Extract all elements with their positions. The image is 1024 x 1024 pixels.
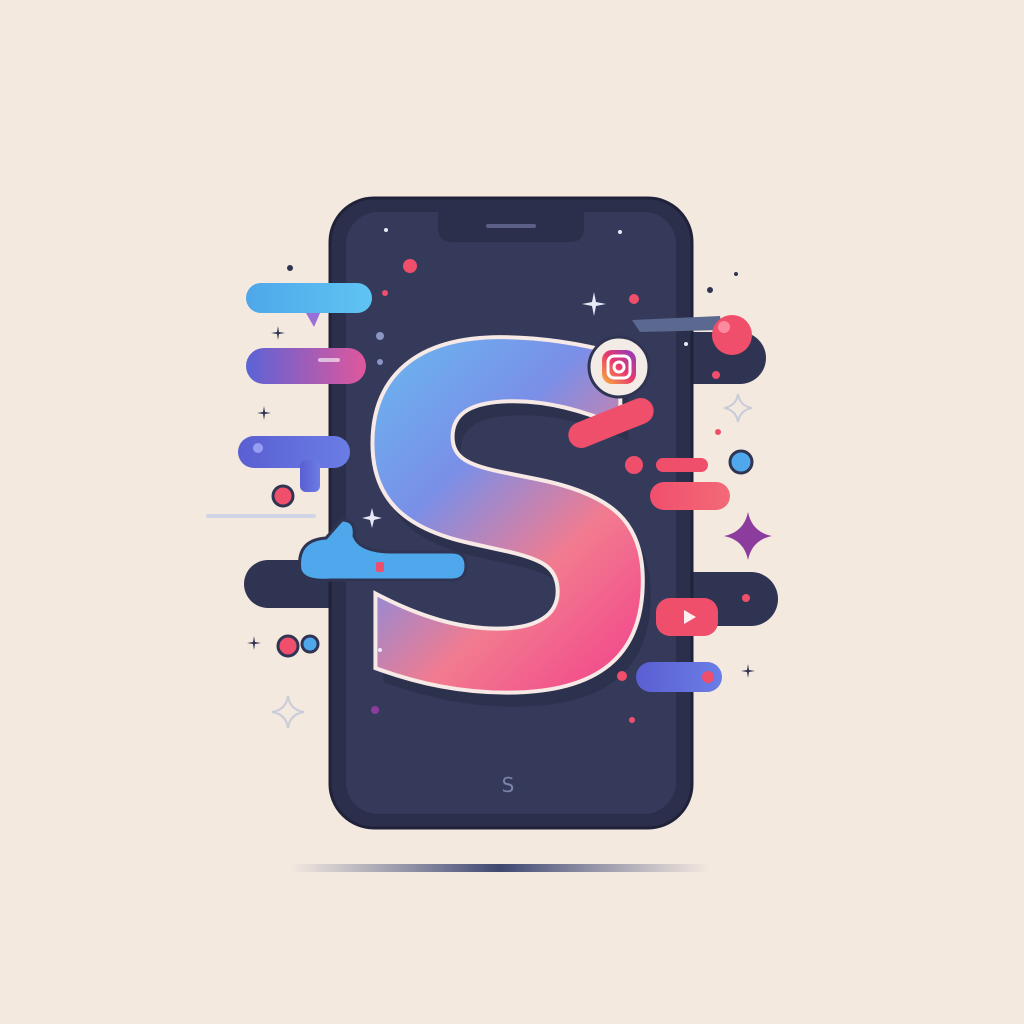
dot — [742, 594, 750, 602]
pill-purple-dot — [253, 443, 263, 453]
sparkle-icon-tiny-3 — [741, 664, 755, 678]
dot — [684, 342, 688, 346]
illustration-canvas: S S S — [206, 196, 778, 872]
s-letter-main: S — [339, 250, 678, 797]
sparkle-icon-outline-left — [271, 695, 305, 729]
dot — [376, 332, 384, 340]
dot — [618, 230, 622, 234]
dot — [629, 717, 635, 723]
dot-blue — [728, 449, 754, 475]
dot — [371, 706, 379, 714]
dot — [707, 287, 713, 293]
illustration: S S S — [0, 0, 1024, 1024]
dot — [378, 648, 382, 652]
dot — [403, 259, 417, 273]
dot — [384, 228, 388, 232]
dot — [382, 290, 388, 296]
dot-pink-large-shine — [718, 321, 730, 333]
sparkle-icon-tiny-4 — [247, 636, 261, 650]
motion-line — [206, 514, 316, 518]
pill-gradient-highlight — [318, 358, 340, 362]
s-swoosh-dot — [376, 562, 384, 572]
pill-purple-tail — [300, 460, 320, 492]
s-letter: S S — [337, 248, 686, 811]
sparkle-icon-outline-right — [723, 393, 753, 423]
dot — [734, 272, 738, 276]
pill-purple — [238, 436, 350, 468]
dot — [300, 634, 320, 654]
ground-shadow — [290, 864, 710, 872]
dot — [712, 371, 720, 379]
dot-pink-large — [712, 315, 752, 355]
dot — [377, 359, 383, 365]
dot-pink-left — [271, 484, 295, 508]
dot — [287, 265, 293, 271]
instagram-badge — [587, 335, 651, 399]
dot — [276, 634, 300, 658]
chat-bubble-icon — [306, 313, 320, 327]
pill-violet-dot — [702, 671, 714, 683]
dot — [715, 429, 721, 435]
sparkle-icon — [724, 512, 772, 560]
dot — [629, 294, 639, 304]
dot — [617, 671, 627, 681]
phone-speaker — [486, 224, 536, 228]
sparkle-icon-tiny-1 — [271, 326, 285, 340]
sparkle-icon-tiny-2 — [257, 406, 271, 420]
